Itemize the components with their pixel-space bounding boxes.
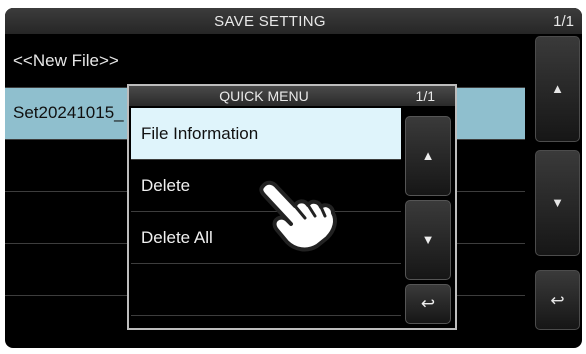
return-arrow-icon: ↩ xyxy=(550,291,565,310)
screen-title: SAVE SETTING xyxy=(214,13,326,30)
triangle-down-icon: ▼ xyxy=(551,195,564,210)
quick-menu-header: QUICK MENU 1/1 xyxy=(129,86,455,106)
menu-back-button[interactable]: ↩ xyxy=(405,284,451,324)
menu-item-label: Delete xyxy=(141,176,191,195)
file-list-item-new-file[interactable]: <<New File>> xyxy=(5,36,525,88)
triangle-up-icon: ▲ xyxy=(551,81,564,96)
page-indicator: 1/1 xyxy=(553,13,574,30)
list-item-label: Set20241015_ xyxy=(13,103,124,122)
device-screen: SAVE SETTING 1/1 <<New File>> Set2024101… xyxy=(0,0,586,354)
menu-item-label: Delete All xyxy=(141,228,213,247)
menu-scroll-down-button[interactable]: ▼ xyxy=(405,200,451,280)
menu-item-file-information[interactable]: File Information xyxy=(131,108,401,160)
triangle-down-icon: ▼ xyxy=(421,232,435,247)
menu-scroll-up-button[interactable]: ▲ xyxy=(405,116,451,196)
scroll-up-button[interactable]: ▲ xyxy=(535,36,580,142)
hand-pointer-icon xyxy=(259,180,337,252)
title-bar: SAVE SETTING 1/1 xyxy=(5,8,582,34)
scroll-down-button[interactable]: ▼ xyxy=(535,150,580,256)
menu-item-label: File Information xyxy=(141,124,259,143)
triangle-up-icon: ▲ xyxy=(421,148,435,163)
back-button[interactable]: ↩ xyxy=(535,270,580,330)
menu-item-empty[interactable] xyxy=(131,264,401,316)
quick-menu-page-indicator: 1/1 xyxy=(415,88,435,104)
list-item-label: <<New File>> xyxy=(13,51,119,70)
quick-menu-title: QUICK MENU xyxy=(219,88,309,104)
return-arrow-icon: ↩ xyxy=(420,294,436,313)
side-button-column: ▲ ▼ ↩ xyxy=(535,36,582,338)
